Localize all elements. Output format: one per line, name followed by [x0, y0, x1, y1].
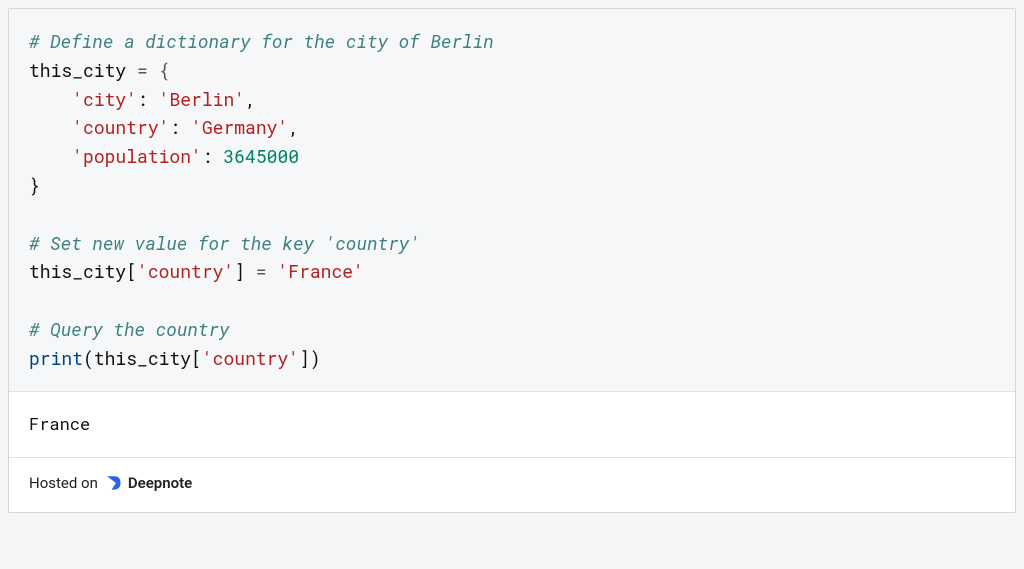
code-string: 'country': [137, 259, 234, 283]
output-text: France: [29, 412, 90, 435]
code-string: 'country': [72, 115, 169, 139]
code-op: =: [245, 259, 277, 283]
code-punct: :: [137, 87, 159, 111]
code-number: 3645000: [223, 144, 299, 168]
code-punct: (: [83, 346, 94, 370]
code-comment: # Query the country: [29, 317, 230, 341]
code-string: 'country': [202, 346, 299, 370]
code-string: 'Germany': [191, 115, 288, 139]
code-punct: ,: [245, 87, 256, 111]
hosted-footer[interactable]: Hosted on Deepnote: [9, 458, 1015, 512]
code-string: 'population': [72, 144, 202, 168]
deepnote-logo-icon: [104, 474, 122, 492]
code-identifier: this_city: [29, 259, 126, 283]
code-comment: # Set new value for the key 'country': [29, 231, 420, 255]
code-string: 'France': [277, 259, 363, 283]
code-punct: :: [202, 144, 224, 168]
code-punct: ]: [234, 259, 245, 283]
code-input[interactable]: # Define a dictionary for the city of Be…: [9, 9, 1015, 392]
footer-brand: Deepnote: [128, 474, 192, 492]
code-punct: }: [29, 173, 40, 197]
code-punct: :: [169, 115, 191, 139]
code-builtin: print: [29, 346, 83, 370]
code-punct: ,: [288, 115, 299, 139]
code-string: 'city': [72, 87, 137, 111]
notebook-cell: # Define a dictionary for the city of Be…: [8, 8, 1016, 513]
code-punct: [: [191, 346, 202, 370]
code-punct: ]): [299, 346, 321, 370]
code-identifier: this_city: [94, 346, 191, 370]
code-identifier: this_city: [29, 58, 126, 82]
code-block: # Define a dictionary for the city of Be…: [29, 27, 995, 373]
code-string: 'Berlin': [159, 87, 245, 111]
code-punct: [: [126, 259, 137, 283]
code-output: France: [9, 392, 1015, 458]
footer-prefix: Hosted on: [29, 474, 98, 492]
code-comment: # Define a dictionary for the city of Be…: [29, 29, 494, 53]
code-op: = {: [126, 58, 169, 82]
